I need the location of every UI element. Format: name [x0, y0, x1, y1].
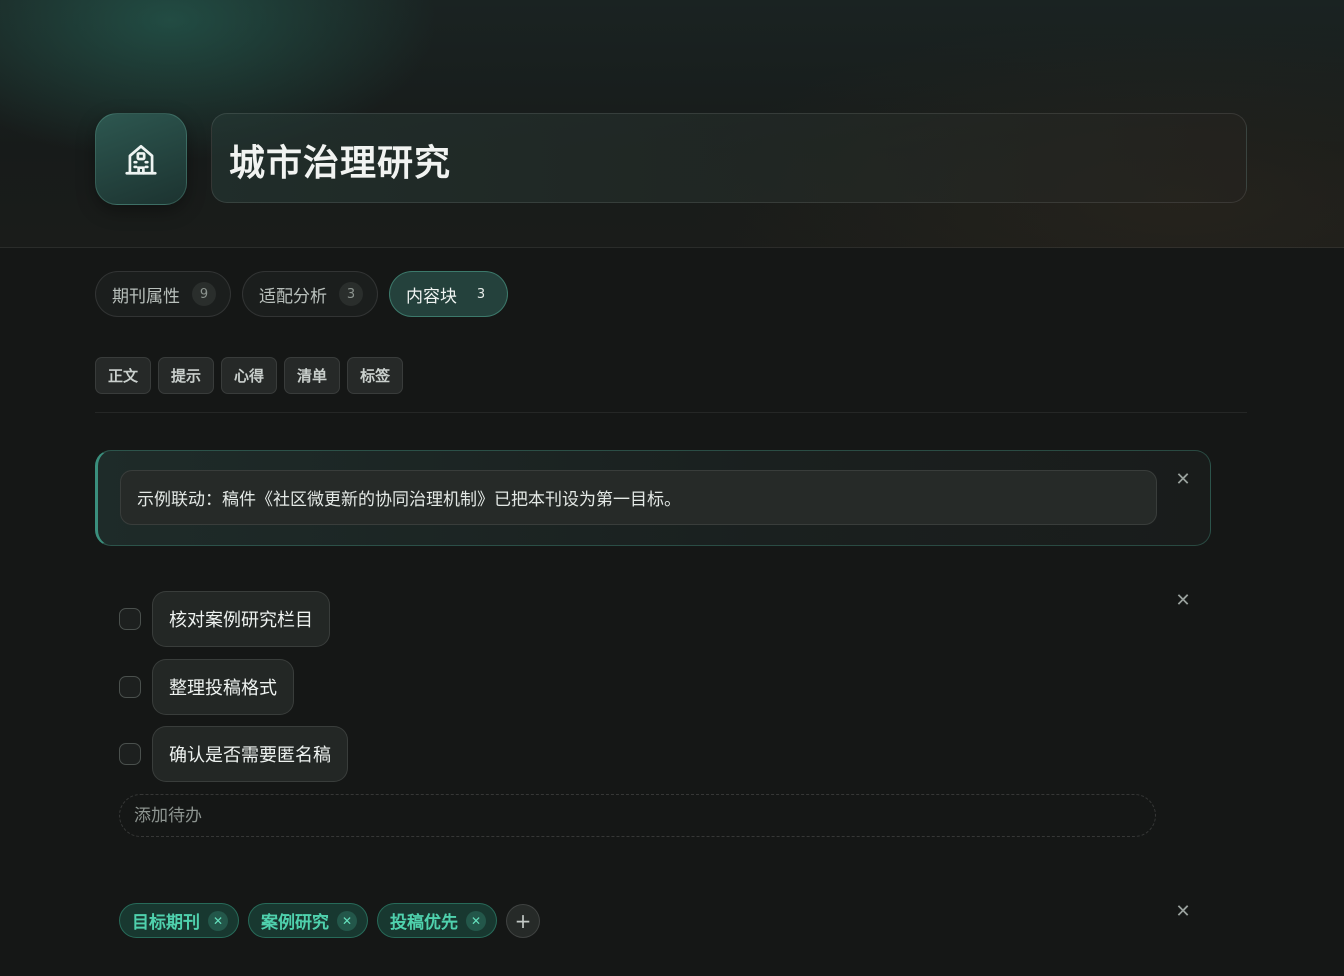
tag-chip[interactable]: 目标期刊 ✕	[119, 903, 239, 938]
block-type-toolbar: 正文 提示 心得 清单 标签	[95, 357, 404, 394]
close-icon[interactable]: ✕	[1171, 588, 1195, 612]
checklist-item: 核对案例研究栏目	[119, 591, 330, 647]
todo-text[interactable]: 确认是否需要匿名稿	[152, 726, 348, 782]
add-todo-input[interactable]	[119, 794, 1156, 837]
todo-text[interactable]: 整理投稿格式	[152, 659, 294, 715]
tab-count-badge: 3	[339, 282, 363, 306]
tag-label: 案例研究	[261, 913, 329, 933]
add-hint-block-button[interactable]: 提示	[158, 357, 215, 394]
remove-tag-icon[interactable]: ✕	[337, 910, 357, 931]
tab-count-badge: 9	[192, 282, 216, 306]
tag-label: 目标期刊	[132, 913, 200, 933]
toolbar-divider	[95, 412, 1247, 413]
tab-bar: 期刊属性 9 适配分析 3 内容块 3	[95, 271, 508, 317]
tag-block: 目标期刊 ✕ 案例研究 ✕ 投稿优先 ✕ +	[119, 903, 540, 938]
todo-text[interactable]: 核对案例研究栏目	[152, 591, 330, 647]
hero-divider	[0, 247, 1344, 248]
tab-content-blocks[interactable]: 内容块 3	[389, 271, 508, 317]
hint-block: 示例联动：稿件《社区微更新的协同治理机制》已把本刊设为第一目标。	[95, 450, 1211, 546]
todo-checkbox[interactable]	[119, 608, 141, 630]
add-tag-button[interactable]: +	[506, 903, 540, 938]
close-icon[interactable]: ✕	[1171, 899, 1195, 923]
tag-chip[interactable]: 案例研究 ✕	[248, 903, 368, 938]
tag-chip[interactable]: 投稿优先 ✕	[377, 903, 497, 938]
checklist-item: 整理投稿格式	[119, 659, 294, 715]
add-body-block-button[interactable]: 正文	[95, 357, 152, 394]
remove-tag-icon[interactable]: ✕	[466, 910, 486, 931]
remove-tag-icon[interactable]: ✕	[208, 910, 228, 931]
journal-icon-tile[interactable]	[95, 113, 187, 205]
tab-label: 期刊属性	[112, 286, 180, 307]
checklist-item: 确认是否需要匿名稿	[119, 726, 348, 782]
hint-block-text[interactable]: 示例联动：稿件《社区微更新的协同治理机制》已把本刊设为第一目标。	[120, 470, 1157, 525]
todo-checkbox[interactable]	[119, 743, 141, 765]
building-icon	[125, 144, 157, 175]
tag-label: 投稿优先	[390, 913, 458, 933]
tab-journal-properties[interactable]: 期刊属性 9	[95, 271, 231, 317]
plus-icon: +	[514, 908, 532, 933]
tab-count-badge: 3	[476, 286, 486, 302]
add-checklist-block-button[interactable]: 清单	[284, 357, 341, 394]
tab-label: 内容块	[406, 286, 457, 307]
page-title: 城市治理研究	[229, 143, 452, 184]
tab-label: 适配分析	[259, 286, 327, 307]
tab-fit-analysis[interactable]: 适配分析 3	[242, 271, 378, 317]
page: 城市治理研究 期刊属性 9 适配分析 3 内容块 3 正文 提示 心得 清单 标…	[0, 0, 1344, 976]
add-note-block-button[interactable]: 心得	[221, 357, 278, 394]
todo-checkbox[interactable]	[119, 676, 141, 698]
add-tag-block-button[interactable]: 标签	[347, 357, 404, 394]
close-icon[interactable]: ✕	[1171, 467, 1195, 491]
title-field[interactable]: 城市治理研究	[211, 113, 1247, 203]
